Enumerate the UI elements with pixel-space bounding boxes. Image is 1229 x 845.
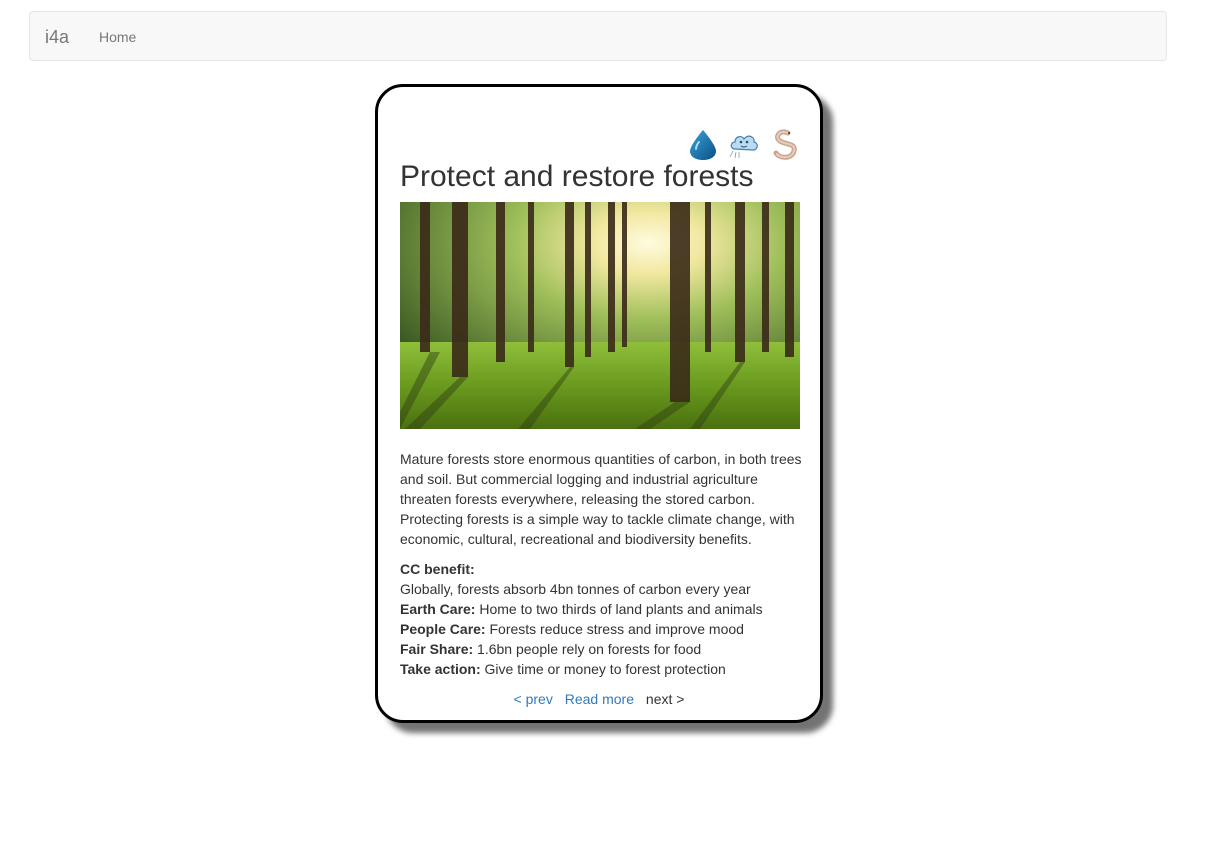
people-care-row: People Care: Forests reduce stress and i… (400, 619, 802, 639)
card-navigation: < prev Read more next > (378, 689, 820, 709)
card-icons (686, 127, 800, 161)
prev-link[interactable]: < prev (514, 691, 553, 707)
fair-share-text: 1.6bn people rely on forests for food (477, 641, 702, 657)
fair-share-label: Fair Share: (400, 641, 474, 657)
cc-benefit-label: CC benefit: (400, 561, 475, 577)
people-care-label: People Care: (400, 621, 486, 637)
navbar: i4a Home (29, 11, 1167, 61)
brand-link[interactable]: i4a (45, 12, 69, 62)
worm-icon (773, 129, 797, 160)
water-drop-icon (690, 130, 716, 160)
next-link[interactable]: next > (646, 691, 685, 707)
air-cloud-icon (729, 135, 758, 159)
action-card: Protect and restore forests Mature fores… (375, 84, 823, 723)
forest-photo (400, 202, 800, 429)
card-benefits: CC benefit: Globally, forests absorb 4bn… (400, 559, 802, 679)
earth-care-label: Earth Care: (400, 601, 476, 617)
take-action-label: Take action: (400, 661, 481, 677)
take-action-text: Give time or money to forest protection (484, 661, 726, 677)
earth-care-text: Home to two thirds of land plants and an… (479, 601, 763, 617)
earth-care-row: Earth Care: Home to two thirds of land p… (400, 599, 802, 619)
card-description: Mature forests store enormous quantities… (400, 451, 802, 547)
people-care-text: Forests reduce stress and improve mood (489, 621, 744, 637)
cc-benefit-row: CC benefit: (400, 559, 802, 579)
fair-share-row: Fair Share: 1.6bn people rely on forests… (400, 639, 802, 659)
take-action-row: Take action: Give time or money to fores… (400, 659, 802, 679)
nav-home-link[interactable]: Home (99, 12, 136, 62)
cc-benefit-text: Globally, forests absorb 4bn tonnes of c… (400, 581, 751, 597)
card-title: Protect and restore forests (400, 160, 754, 193)
read-more-link[interactable]: Read more (565, 691, 634, 707)
